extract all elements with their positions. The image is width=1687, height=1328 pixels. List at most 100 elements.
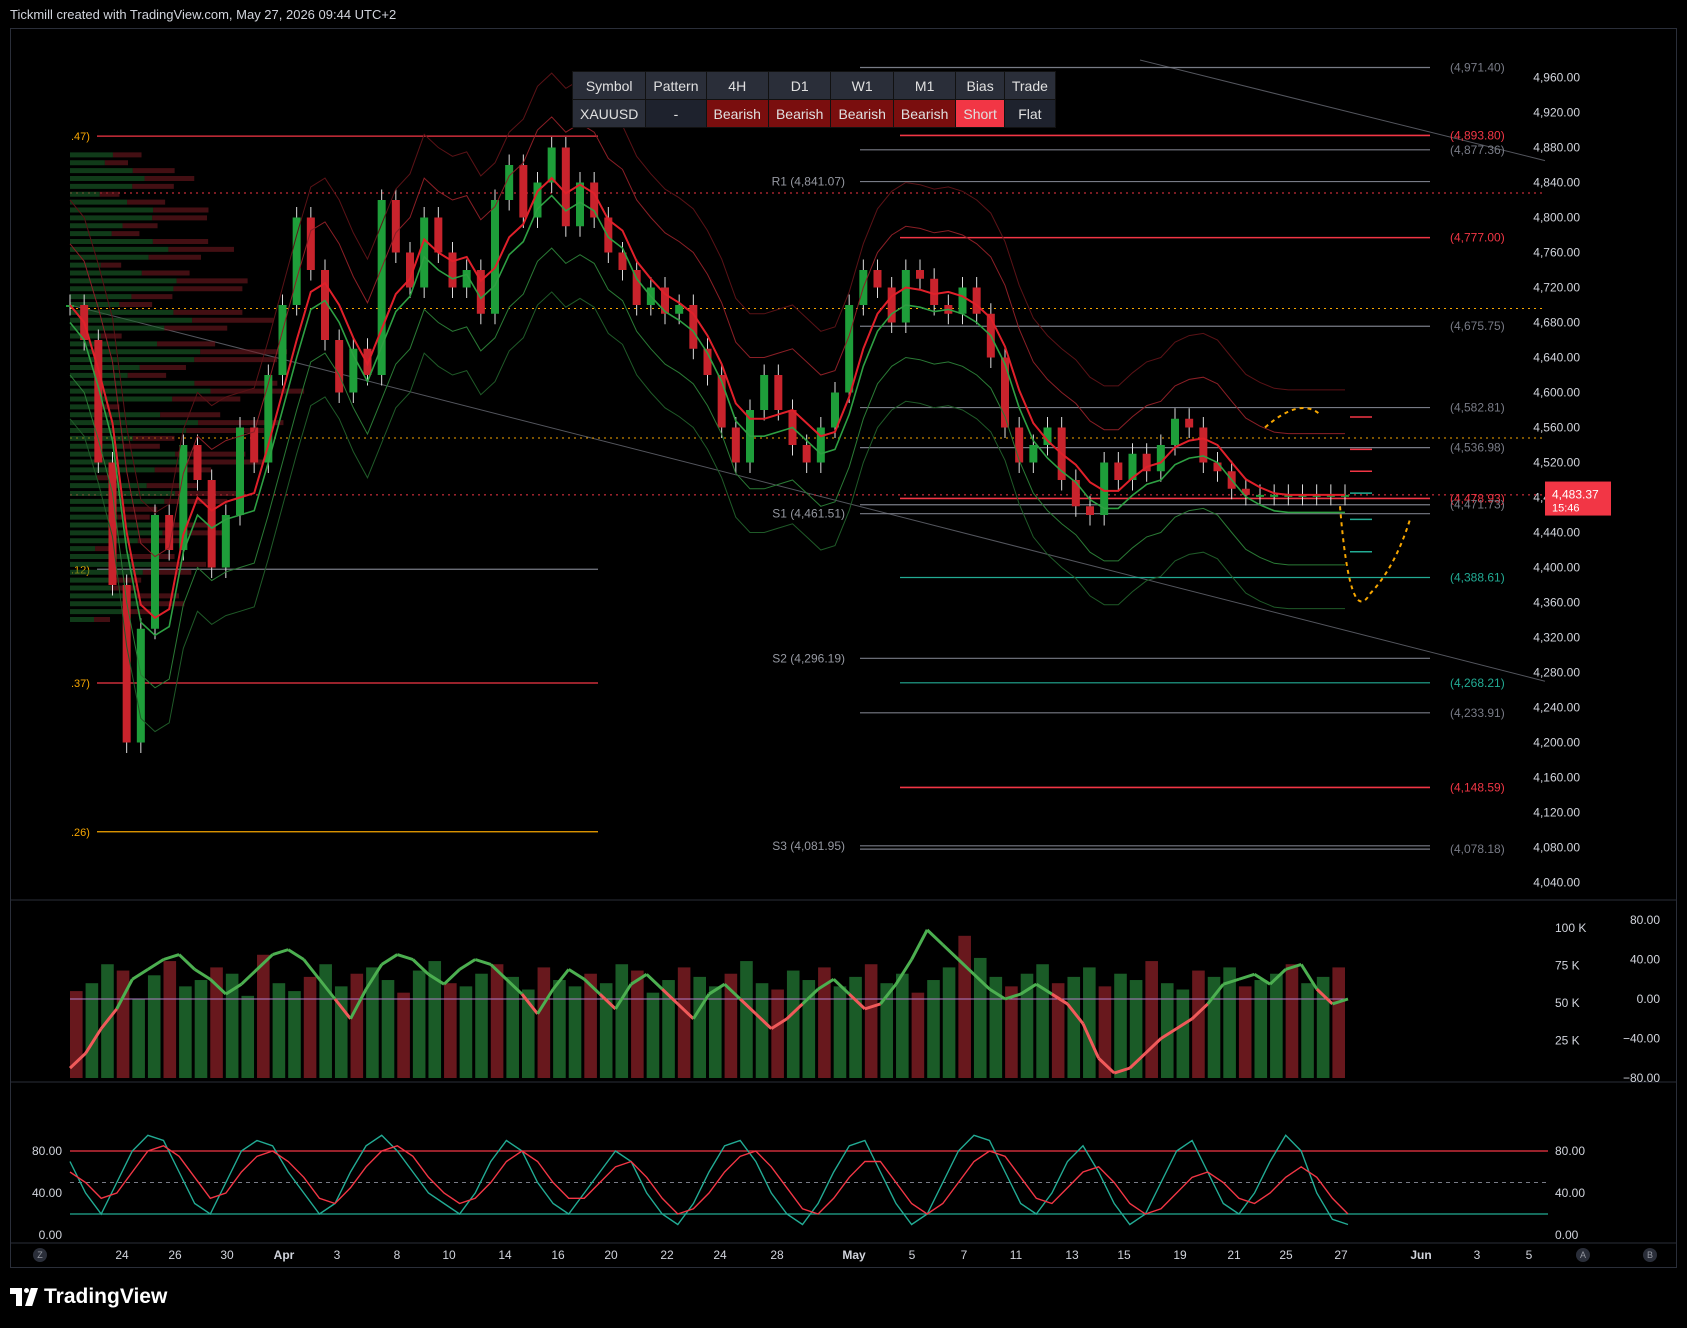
x-tick-label: Apr [274, 1248, 295, 1262]
volume-bar [272, 983, 286, 1078]
volume-tick-label: 100 K [1555, 921, 1586, 935]
level-label: S1 (4,461.51) [772, 507, 845, 521]
candle-body [151, 515, 159, 629]
oscillator-segment [193, 968, 212, 981]
volume-profile-bar [70, 286, 174, 292]
oscillator-segment [380, 953, 399, 966]
x-tick-label: 13 [1065, 1248, 1079, 1262]
oscillator-segment [147, 958, 165, 971]
volume-bar [506, 976, 519, 1078]
oscillator-tick-label: 80.00 [1630, 913, 1660, 927]
y-tick-label: 4,640.00 [1533, 351, 1580, 365]
stoch-tick-right: 40.00 [1555, 1186, 1585, 1200]
tradingview-brand: TradingView [44, 1285, 168, 1308]
candle-body [207, 480, 216, 568]
candle-body [1185, 418, 1194, 428]
volume-bar [1005, 986, 1018, 1078]
volume-bar [740, 961, 753, 1078]
volume-profile-bar [132, 435, 175, 441]
volume-profile-bar [152, 239, 209, 244]
volume-bar [1083, 967, 1096, 1078]
volume-profile-bar [70, 609, 122, 615]
volume-profile-bar [70, 475, 97, 481]
y-tick-label: 4,320.00 [1533, 631, 1580, 645]
volume-profile-bar [142, 569, 192, 575]
volume-profile-bar [70, 357, 195, 363]
volume-bar [568, 986, 582, 1078]
x-tick-label: 14 [498, 1248, 512, 1262]
stoch-tick-left: 0.00 [39, 1228, 63, 1242]
volume-profile-bar [164, 325, 228, 331]
x-tick-label: 15 [1117, 1248, 1131, 1262]
table-header-m1: M1 [892, 71, 957, 100]
x-tick-label: 26 [168, 1248, 182, 1262]
x-tick-label: 7 [961, 1248, 968, 1262]
oscillator-segment [131, 968, 149, 981]
signal-table: Symbol Pattern 4H D1 W1 M1 Bias Trade XA… [571, 71, 1056, 128]
y-tick-label: 4,360.00 [1533, 596, 1580, 610]
table-header-pattern: Pattern [645, 71, 707, 100]
tradingview-logo-icon [10, 1288, 38, 1306]
oscillator-segment [645, 973, 664, 991]
volume-bar [241, 995, 255, 1078]
oscillator-segment [178, 953, 196, 971]
volume-profile-bar [70, 183, 133, 189]
y-tick-label: 4,760.00 [1533, 246, 1580, 260]
stoch-tick-left: 80.00 [32, 1144, 62, 1158]
table-header-bias: Bias [955, 71, 1005, 100]
price-tag-price: 4,483.37 [1552, 488, 1599, 502]
volume-profile-bar [99, 191, 120, 197]
volume-bar [927, 980, 940, 1078]
x-tick-label: 11 [1010, 1248, 1023, 1262]
oscillator-segment [272, 948, 289, 956]
y-tick-label: 4,440.00 [1533, 526, 1580, 540]
oscillator-tick-label: 40.00 [1630, 953, 1660, 967]
volume-bar [958, 935, 971, 1078]
axis-control-letter: B [1647, 1250, 1653, 1260]
volume-profile-bar [111, 231, 140, 237]
table-cell-trade: Flat [1003, 99, 1056, 128]
volume-bar [85, 983, 99, 1078]
chart-canvas[interactable]: 4,960.00 4,920.00 4,880.00 4,840.00 4,800.00… [0, 0, 1687, 1328]
candle-body [675, 305, 684, 314]
candle-body [391, 200, 400, 253]
volume-bar [615, 964, 629, 1078]
volume-profile-bar [176, 278, 248, 284]
y-tick-label: 4,960.00 [1533, 71, 1580, 85]
volume-profile-bar [70, 483, 147, 489]
oscillator-segment [926, 928, 944, 946]
volume-profile-bar [70, 498, 165, 504]
candle-body [916, 270, 924, 279]
volume-profile-bar [70, 459, 187, 465]
volume-profile-bar [70, 412, 161, 418]
table-header-4h: 4H [705, 71, 769, 100]
volume-profile-bar [192, 317, 274, 323]
x-tick-label: 24 [713, 1248, 727, 1262]
candle-body [136, 628, 145, 743]
level-label: (4,675.75) [1450, 319, 1505, 333]
candle-body [335, 340, 344, 393]
y-tick-label: 4,800.00 [1533, 211, 1580, 225]
level-label: (4,078.18) [1450, 842, 1505, 856]
candle-body [774, 375, 783, 410]
x-tick-label: May [842, 1248, 866, 1262]
x-tick-label: 28 [770, 1248, 784, 1262]
projection-curve [1339, 506, 1411, 603]
volume-profile-bar [70, 207, 154, 213]
volume-profile-bar [70, 246, 169, 252]
volume-bar [444, 983, 457, 1078]
oscillator-segment [443, 968, 461, 986]
ma-line [69, 176, 1345, 620]
volume-bar [257, 954, 270, 1078]
volume-bar [693, 976, 706, 1078]
candle-body [1171, 418, 1179, 445]
volume-profile-bar [127, 199, 166, 205]
candle-body [831, 392, 839, 428]
x-tick-label: 3 [334, 1248, 341, 1262]
x-tick-label: 24 [115, 1248, 129, 1262]
table-cell-bias: Short [955, 99, 1005, 128]
volume-bar [896, 973, 909, 1078]
volume-profile-bar [144, 176, 195, 181]
y-tick-label: 4,080.00 [1533, 841, 1580, 855]
candle-body [1015, 427, 1024, 463]
